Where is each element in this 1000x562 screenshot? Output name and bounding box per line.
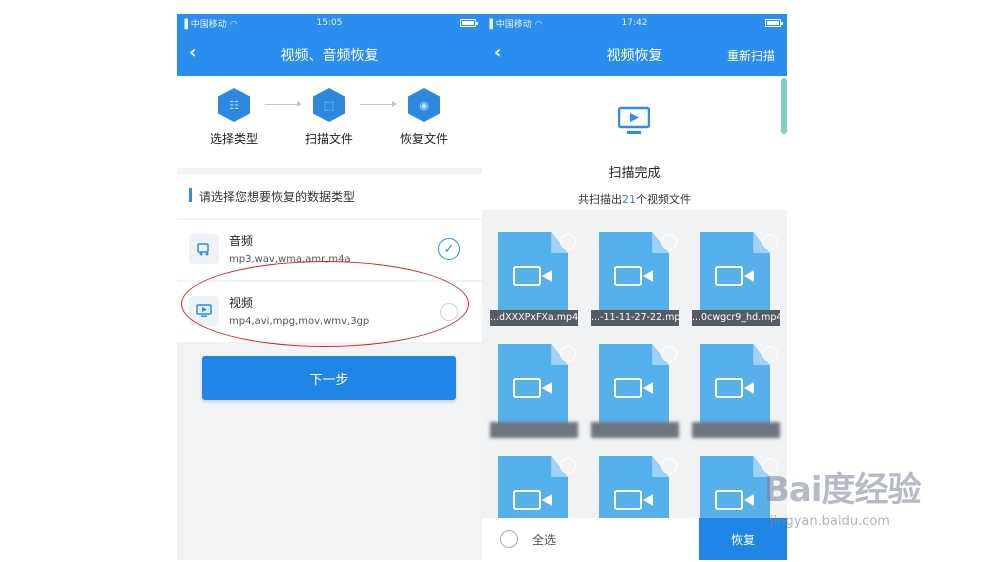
screenshot-stage: ▐ 中国移动 ◠ 15:05 ‹ 视频、音频恢复 ☷ 选择类型 ⬚ 扫描文件 ◉ (0, 0, 1000, 562)
video-file-icon (700, 344, 770, 432)
select-circle[interactable] (661, 234, 677, 250)
select-circle[interactable] (560, 234, 576, 250)
file-name: ...-11-11-27-22.mp4 (591, 310, 679, 326)
battery-icon (765, 19, 783, 27)
restore-icon: ◉ (408, 88, 440, 122)
watermark-logo: Bai度经验 (764, 470, 922, 510)
camera-icon (614, 266, 653, 286)
step-scan-files: ⬚ 扫描文件 (294, 88, 364, 147)
select-circle[interactable] (762, 346, 778, 362)
status-time: 17:42 (621, 18, 648, 28)
status-bar: ▐ 中国移动 ◠ 17:42 (482, 14, 787, 32)
camera-icon (715, 266, 754, 286)
step-label: 恢复文件 (399, 132, 448, 146)
select-all-label[interactable]: 全选 (532, 531, 556, 548)
camera-icon (513, 378, 552, 398)
step-select-type: ☷ 选择类型 (199, 88, 269, 147)
status-time: 15:05 (316, 18, 343, 28)
file-name: ...0cwgcr9_hd.mp4 (692, 310, 780, 326)
next-step-button[interactable]: 下一步 (202, 356, 456, 400)
scan-summary: 扫描完成 共扫描出21个视频文件 (482, 76, 787, 210)
video-file-tile[interactable]: ...0cwgcr9_hd.mp4 (692, 232, 780, 344)
select-circle[interactable] (560, 458, 576, 474)
right-phone-screen: ▐ 中国移动 ◠ 17:42 ‹ 视频恢复 重新扫描 扫描完成 共扫描出21个视… (482, 14, 787, 560)
section-title: 请选择您想要恢复的数据类型 (199, 190, 356, 204)
step-label: 选择类型 (209, 132, 258, 146)
select-circle[interactable] (560, 346, 576, 362)
bottom-action-bar: 全选 恢复 (482, 518, 787, 560)
step-progress: ☷ 选择类型 ⬚ 扫描文件 ◉ 恢复文件 (177, 76, 482, 168)
type-name: 音频 (229, 234, 254, 248)
video-file-grid: ...dXXXPxFXa.mp4 ...-11-11-27-22.mp4 ...… (482, 210, 787, 560)
video-monitor-icon (618, 106, 650, 134)
rescan-button[interactable]: 重新扫描 (727, 47, 775, 64)
file-name-blurred (692, 422, 780, 438)
page-title: 视频、音频恢复 (280, 48, 379, 64)
checkmark-icon[interactable]: ✓ (438, 238, 460, 260)
camera-icon (715, 490, 754, 510)
select-circle[interactable] (661, 458, 677, 474)
scrollbar[interactable] (781, 78, 787, 134)
step-label: 扫描文件 (304, 132, 353, 146)
video-file-tile[interactable] (490, 344, 578, 456)
scan-count-number: 21 (622, 193, 636, 206)
select-circle[interactable] (661, 346, 677, 362)
select-all-radio[interactable] (500, 530, 518, 548)
status-bar: ▐ 中国移动 ◠ 15:05 (177, 14, 482, 32)
video-file-tile[interactable]: ...-11-11-27-22.mp4 (591, 232, 679, 344)
watermark-url: jingyan.baidu.com (770, 514, 890, 529)
video-file-icon (498, 232, 568, 320)
scan-count-label: 共扫描出21个视频文件 (482, 191, 787, 207)
camera-icon (513, 266, 552, 286)
scan-count-prefix: 共扫描出 (578, 193, 622, 206)
nav-bar: ‹ 视频、音频恢复 (177, 32, 482, 76)
video-file-tile[interactable] (692, 344, 780, 456)
select-circle[interactable] (762, 458, 778, 474)
scan-count-suffix: 个视频文件 (636, 193, 691, 206)
section-accent-bar (189, 188, 192, 202)
camera-icon (513, 490, 552, 510)
audio-file-icon (189, 234, 219, 264)
camera-icon (614, 490, 653, 510)
camera-icon (614, 378, 653, 398)
nav-bar: ‹ 视频恢复 重新扫描 (482, 32, 787, 76)
file-name-blurred (490, 422, 578, 438)
select-circle[interactable] (762, 234, 778, 250)
baidu-jingyan-watermark: Bai度经验 jingyan.baidu.com (764, 462, 974, 542)
section-header: 请选择您想要恢复的数据类型 (177, 174, 482, 218)
scan-icon: ⬚ (313, 88, 345, 122)
video-file-icon (498, 344, 568, 432)
restore-button[interactable]: 恢复 (699, 518, 787, 560)
video-file-tile[interactable] (591, 344, 679, 456)
grid-icon: ☷ (218, 88, 250, 122)
file-name-blurred (591, 422, 679, 438)
camera-icon (715, 378, 754, 398)
highlight-ellipse (181, 261, 469, 347)
video-file-icon (700, 232, 770, 320)
video-file-tile[interactable]: ...dXXXPxFXa.mp4 (490, 232, 578, 344)
step-restore-files: ◉ 恢复文件 (389, 88, 459, 147)
file-name: ...dXXXPxFXa.mp4 (490, 310, 578, 326)
battery-icon (460, 19, 478, 27)
video-file-icon (599, 232, 669, 320)
video-file-icon (599, 344, 669, 432)
scan-complete-label: 扫描完成 (608, 166, 661, 181)
